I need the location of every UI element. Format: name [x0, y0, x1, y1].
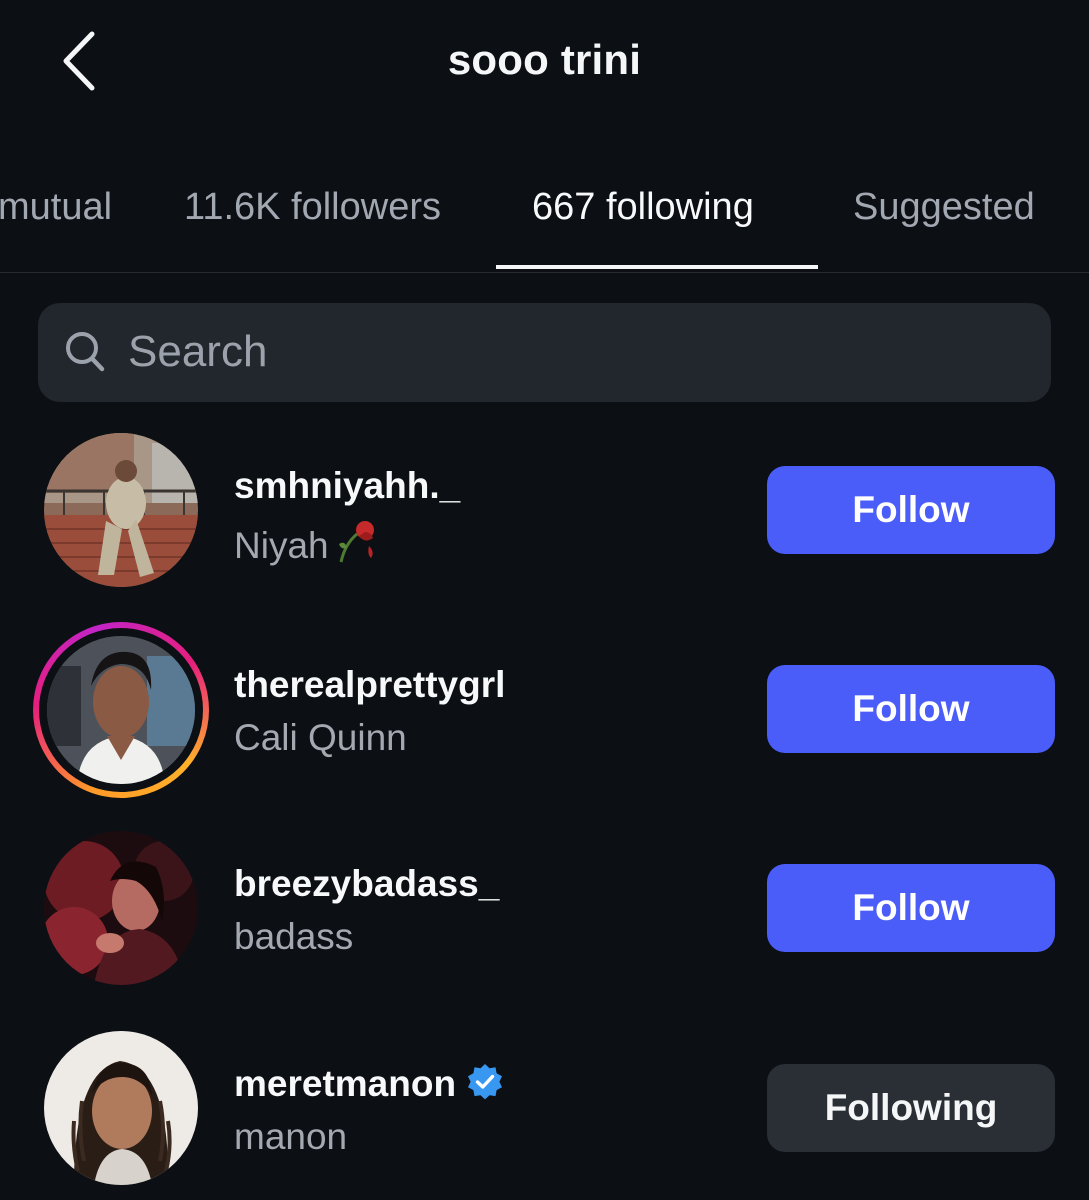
tab-mutual[interactable]: mutual: [0, 186, 112, 229]
username[interactable]: breezybadass_: [234, 863, 499, 905]
verified-badge-icon: [468, 1064, 503, 1100]
full-name: manon: [234, 1116, 348, 1157]
avatar[interactable]: [44, 831, 198, 985]
full-name: Cali Quinn: [234, 717, 407, 758]
list-item: meretmanon manon Following: [0, 1031, 1089, 1191]
follow-button[interactable]: Follow: [767, 665, 1055, 753]
list-item: smhniyahh._ Niyah Follow: [0, 433, 1089, 593]
active-tab-indicator: [496, 265, 818, 269]
list-item: breezybadass_ badass Follow: [0, 831, 1089, 991]
avatar[interactable]: [44, 1031, 198, 1185]
header-bar: sooo trini: [0, 0, 1089, 125]
avatar[interactable]: [44, 433, 198, 587]
full-name: badass: [234, 916, 354, 957]
full-name: Niyah: [234, 518, 385, 567]
following-button[interactable]: Following: [767, 1064, 1055, 1152]
username[interactable]: smhniyahh._: [234, 465, 460, 507]
tab-followers[interactable]: 11.6K followers: [184, 186, 441, 229]
tab-bar: mutual 11.6K followers 667 following Sug…: [0, 160, 1089, 273]
page-title: sooo trini: [447, 36, 642, 83]
search-icon: [66, 332, 105, 372]
tab-following[interactable]: 667 following: [532, 186, 754, 229]
follow-button[interactable]: Follow: [767, 864, 1055, 952]
username[interactable]: therealprettygrl: [234, 664, 505, 706]
tab-suggested[interactable]: Suggested: [853, 186, 1035, 229]
avatar[interactable]: [47, 636, 195, 784]
list-item: therealprettygrl Cali Quinn Follow: [0, 622, 1089, 798]
search-input[interactable]: [128, 324, 1008, 380]
username: meretmanon: [234, 1063, 504, 1105]
follow-button[interactable]: Follow: [767, 466, 1055, 554]
wilted-rose-icon: [338, 521, 374, 563]
